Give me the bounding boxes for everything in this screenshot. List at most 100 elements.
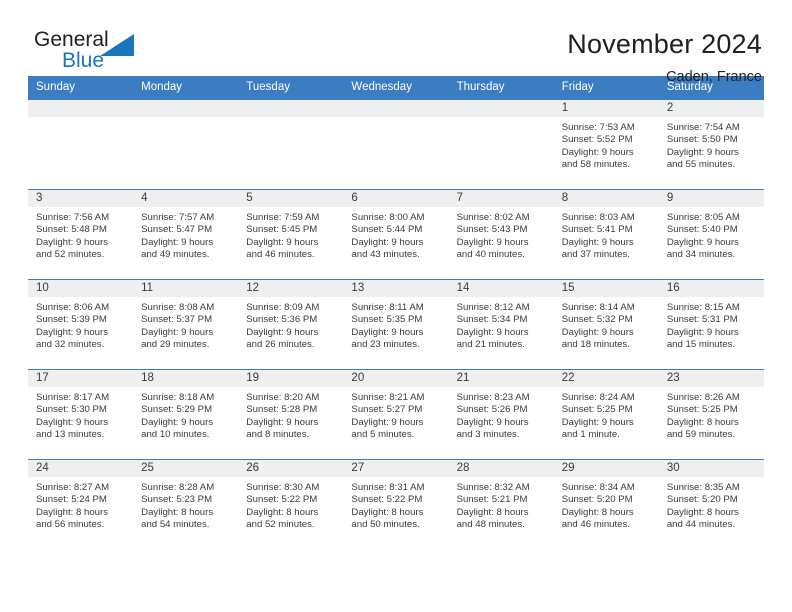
daylight-text-line1: Daylight: 9 hours [351,416,424,428]
calendar-cell-day-24[interactable]: 24 Sunrise: 8:27 AM Sunset: 5:24 PM Dayligh… [28,459,134,550]
calendar-cell-day-8[interactable]: 8 Sunrise: 8:03 AM Sunset: 5:41 PM Daylight… [553,189,659,280]
day-number: 18 [133,370,239,387]
calendar-cell-day-1[interactable]: 1 Sunrise: 7:53 AM Sunset: 5:52 PM Daylight… [553,99,659,190]
day-number: 26 [238,460,344,477]
weekday-header-wednesday: Wednesday [343,76,449,100]
sunset-text: Sunset: 5:45 PM [246,224,318,236]
sunrise-text: Sunrise: 7:57 AM [141,212,215,223]
daylight-text-line2: and 49 minutes. [141,249,210,261]
day-number: 12 [238,280,344,297]
sunset-text: Sunset: 5:52 PM [561,134,633,146]
daylight-text-line2: and 52 minutes. [36,249,105,261]
sunset-text: Sunset: 5:39 PM [36,314,107,326]
day-number [238,100,344,117]
daylight-text-line2: and 13 minutes. [36,429,105,441]
daylight-text-line1: Daylight: 9 hours [36,236,108,248]
calendar-cell-day-19[interactable]: 19 Sunrise: 8:20 AM Sunset: 5:28 PM Dayligh… [238,369,344,460]
day-number: 2 [658,100,764,117]
daylight-text-line2: and 3 minutes. [456,429,520,441]
sunrise-text: Sunrise: 7:54 AM [666,122,740,133]
daylight-text-line2: and 37 minutes. [561,249,630,261]
title-block: November 2024 Caden, France [567,28,764,88]
calendar-cell-empty [448,99,554,190]
calendar-cell-day-25[interactable]: 25 Sunrise: 8:28 AM Sunset: 5:23 PM Dayligh… [133,459,239,550]
sunrise-text: Sunrise: 8:12 AM [456,302,530,313]
day-number: 29 [553,460,659,477]
sunrise-text: Sunrise: 8:06 AM [36,302,110,313]
calendar-cell-day-23[interactable]: 23 Sunrise: 8:26 AM Sunset: 5:25 PM Dayligh… [658,369,764,460]
calendar-cell-day-18[interactable]: 18 Sunrise: 8:18 AM Sunset: 5:29 PM Dayligh… [133,369,239,460]
day-details: Sunrise: 8:23 AM Sunset: 5:26 PM Daylight:… [449,387,554,442]
calendar-cell-day-6[interactable]: 6 Sunrise: 8:00 AM Sunset: 5:44 PM Daylight… [343,189,449,280]
calendar-cell-day-5[interactable]: 5 Sunrise: 7:59 AM Sunset: 5:45 PM Daylight… [238,189,344,280]
calendar-cell-day-12[interactable]: 12 Sunrise: 8:09 AM Sunset: 5:36 PM Dayligh… [238,279,344,370]
calendar-cell-day-7[interactable]: 7 Sunrise: 8:02 AM Sunset: 5:43 PM Daylight… [448,189,554,280]
calendar-cell-day-15[interactable]: 15 Sunrise: 8:14 AM Sunset: 5:32 PM Dayligh… [553,279,659,370]
sunrise-text: Sunrise: 8:15 AM [666,302,740,313]
day-number [448,100,554,117]
weekday-header-thursday: Thursday [448,76,554,100]
sunset-text: Sunset: 5:20 PM [666,494,738,506]
daylight-text-line2: and 26 minutes. [246,339,315,351]
day-details: Sunrise: 8:06 AM Sunset: 5:39 PM Daylight:… [28,297,133,352]
sunrise-text: Sunrise: 8:30 AM [246,482,320,493]
calendar-cell-day-29[interactable]: 29 Sunrise: 8:34 AM Sunset: 5:20 PM Dayligh… [553,459,659,550]
sunset-text: Sunset: 5:25 PM [561,404,633,416]
sunset-text: Sunset: 5:20 PM [561,494,633,506]
day-details: Sunrise: 7:54 AM Sunset: 5:50 PM Daylight:… [659,117,764,172]
calendar-cell-day-20[interactable]: 20 Sunrise: 8:21 AM Sunset: 5:27 PM Dayligh… [343,369,449,460]
calendar-cell-day-2[interactable]: 2 Sunrise: 7:54 AM Sunset: 5:50 PM Daylight… [658,99,764,190]
calendar-cell-day-16[interactable]: 16 Sunrise: 8:15 AM Sunset: 5:31 PM Dayligh… [658,279,764,370]
sunset-text: Sunset: 5:40 PM [666,224,738,236]
calendar-week-row: 24 Sunrise: 8:27 AM Sunset: 5:24 PM Dayligh… [28,459,764,550]
sunset-text: Sunset: 5:44 PM [351,224,423,236]
calendar-cell-day-3[interactable]: 3 Sunrise: 7:56 AM Sunset: 5:48 PM Daylight… [28,189,134,280]
sunset-text: Sunset: 5:30 PM [36,404,107,416]
daylight-text-line1: Daylight: 9 hours [141,416,214,428]
calendar-cell-day-26[interactable]: 26 Sunrise: 8:30 AM Sunset: 5:22 PM Dayligh… [238,459,344,550]
calendar-cell-day-17[interactable]: 17 Sunrise: 8:17 AM Sunset: 5:30 PM Dayligh… [28,369,134,460]
sunrise-text: Sunrise: 8:21 AM [351,392,425,403]
sunrise-text: Sunrise: 8:02 AM [456,212,530,223]
sunset-text: Sunset: 5:50 PM [666,134,738,146]
calendar-cell-day-10[interactable]: 10 Sunrise: 8:06 AM Sunset: 5:39 PM Dayligh… [28,279,134,370]
sunrise-text: Sunrise: 8:20 AM [246,392,320,403]
sunset-text: Sunset: 5:29 PM [141,404,213,416]
daylight-text-line2: and 15 minutes. [666,339,736,351]
calendar-cell-day-9[interactable]: 9 Sunrise: 8:05 AM Sunset: 5:40 PM Daylight… [658,189,764,280]
calendar-cell-day-28[interactable]: 28 Sunrise: 8:32 AM Sunset: 5:21 PM Dayligh… [448,459,554,550]
calendar-cell-day-4[interactable]: 4 Sunrise: 7:57 AM Sunset: 5:47 PM Daylight… [133,189,239,280]
daylight-text-line1: Daylight: 9 hours [666,326,739,338]
calendar-cell-day-21[interactable]: 21 Sunrise: 8:23 AM Sunset: 5:26 PM Dayligh… [448,369,554,460]
day-details: Sunrise: 8:00 AM Sunset: 5:44 PM Daylight:… [343,207,448,262]
daylight-text-line1: Daylight: 9 hours [561,326,634,338]
calendar-cell-day-22[interactable]: 22 Sunrise: 8:24 AM Sunset: 5:25 PM Dayligh… [553,369,659,460]
daylight-text-line1: Daylight: 8 hours [456,506,529,518]
day-details: Sunrise: 8:08 AM Sunset: 5:37 PM Daylight:… [133,297,238,352]
day-details: Sunrise: 8:20 AM Sunset: 5:28 PM Daylight:… [238,387,343,442]
day-number: 13 [343,280,449,297]
day-number: 6 [343,190,449,207]
sunrise-text: Sunrise: 8:31 AM [351,482,425,493]
calendar-cell-day-11[interactable]: 11 Sunrise: 8:08 AM Sunset: 5:37 PM Dayligh… [133,279,239,370]
daylight-text-line1: Daylight: 9 hours [246,236,319,248]
sunset-text: Sunset: 5:36 PM [246,314,318,326]
daylight-text-line2: and 46 minutes. [246,249,315,261]
calendar-cell-day-13[interactable]: 13 Sunrise: 8:11 AM Sunset: 5:35 PM Dayligh… [343,279,449,370]
day-number: 10 [28,280,134,297]
calendar-cell-empty [28,99,134,190]
weekday-header-tuesday: Tuesday [238,76,344,100]
daylight-text-line2: and 52 minutes. [246,519,315,531]
day-number: 3 [28,190,134,207]
calendar-cell-day-27[interactable]: 27 Sunrise: 8:31 AM Sunset: 5:22 PM Dayligh… [343,459,449,550]
weekday-header-monday: Monday [133,76,239,100]
sunrise-text: Sunrise: 7:53 AM [561,122,635,133]
daylight-text-line1: Daylight: 9 hours [36,416,108,428]
day-details: Sunrise: 8:30 AM Sunset: 5:22 PM Daylight:… [238,477,343,532]
sunrise-text: Sunrise: 8:27 AM [36,482,110,493]
calendar-cell-day-30[interactable]: 30 Sunrise: 8:35 AM Sunset: 5:20 PM Dayligh… [658,459,764,550]
sunrise-text: Sunrise: 8:14 AM [561,302,635,313]
day-details: Sunrise: 8:21 AM Sunset: 5:27 PM Daylight:… [343,387,448,442]
calendar-cell-day-14[interactable]: 14 Sunrise: 8:12 AM Sunset: 5:34 PM Dayligh… [448,279,554,370]
sunrise-text: Sunrise: 8:28 AM [141,482,215,493]
